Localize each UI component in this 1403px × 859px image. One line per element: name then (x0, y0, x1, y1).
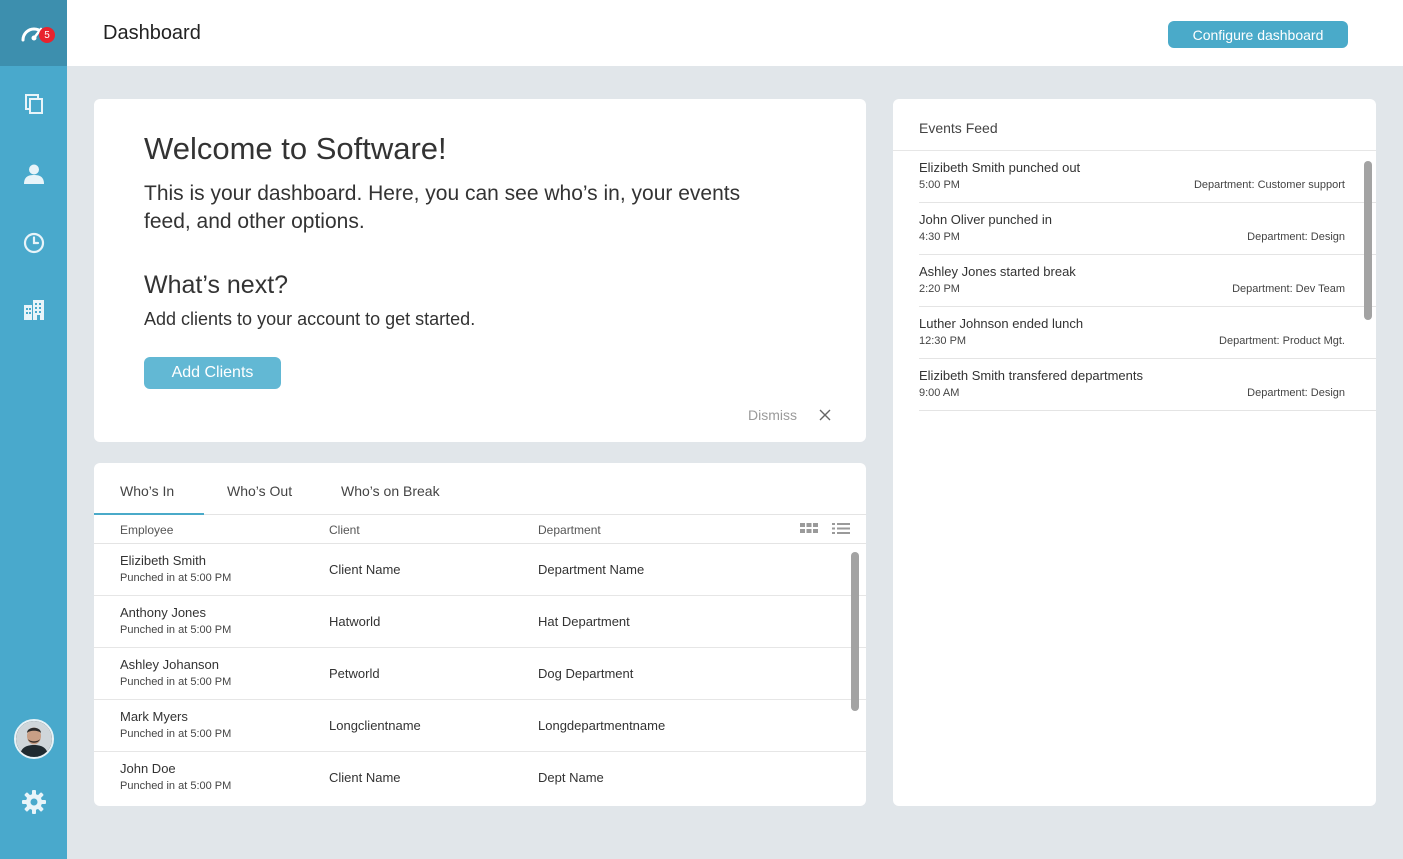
event-department: Department: Design (1247, 231, 1345, 243)
column-header-employee[interactable]: Employee (120, 523, 173, 537)
events-feed-title: Events Feed (919, 120, 998, 136)
punch-status: Punched in at 5:00 PM (120, 780, 232, 792)
event-title: Ashley Jones started break (919, 264, 1076, 279)
table-row[interactable]: Mark Myers Punched in at 5:00 PM Longcli… (94, 700, 866, 752)
department-name: Dog Department (538, 666, 634, 681)
event-department: Department: Product Mgt. (1219, 335, 1345, 347)
department-name: Hat Department (538, 614, 630, 629)
sidebar: 5 (0, 0, 67, 859)
table-header: Employee Client Department (94, 515, 866, 544)
copy-icon[interactable] (0, 90, 67, 118)
event-title: John Oliver punched in (919, 212, 1052, 227)
event-time: 12:30 PM (919, 335, 967, 347)
welcome-heading: Welcome to Software! (144, 131, 447, 166)
top-bar: Dashboard Configure dashboard (67, 0, 1403, 66)
client-name: Client Name (329, 562, 401, 577)
employee-table: Elizibeth Smith Punched in at 5:00 PM Cl… (94, 544, 866, 804)
events-scrollbar[interactable] (1364, 161, 1372, 320)
client-name: Longclientname (329, 718, 421, 733)
gear-icon[interactable] (0, 788, 67, 816)
welcome-card: Welcome to Software! This is your dashbo… (94, 99, 866, 442)
punch-status: Punched in at 5:00 PM (120, 676, 232, 688)
configure-dashboard-button[interactable]: Configure dashboard (1168, 21, 1348, 48)
whats-next-text: Add clients to your account to get start… (144, 309, 476, 329)
event-title: Luther Johnson ended lunch (919, 316, 1084, 331)
event-department: Department: Dev Team (1232, 283, 1345, 295)
event-department: Department: Design (1247, 387, 1345, 399)
employee-name: Anthony Jones (120, 605, 207, 620)
column-header-client[interactable]: Client (329, 523, 360, 537)
table-row[interactable]: Elizibeth Smith Punched in at 5:00 PM Cl… (94, 544, 866, 596)
table-row[interactable]: Ashley Johanson Punched in at 5:00 PM Pe… (94, 648, 866, 700)
grid-view-icon[interactable] (800, 523, 818, 537)
event-time: 2:20 PM (919, 283, 960, 295)
events-feed-card: Events Feed Elizibeth Smith punched out … (893, 99, 1376, 806)
list-view-icon[interactable] (832, 523, 850, 537)
events-list: Elizibeth Smith punched out 5:00 PM Depa… (919, 151, 1376, 411)
whos-in-card: Who’s In Who’s Out Who’s on Break Employ… (94, 463, 866, 806)
event-item[interactable]: John Oliver punched in 4:30 PM Departmen… (919, 203, 1376, 255)
column-header-department[interactable]: Department (538, 523, 601, 537)
client-name: Hatworld (329, 614, 381, 629)
table-row[interactable]: Anthony Jones Punched in at 5:00 PM Hatw… (94, 596, 866, 648)
department-name: Department Name (538, 562, 645, 577)
add-clients-button[interactable]: Add Clients (144, 357, 281, 389)
whos-tabs: Who’s In Who’s Out Who’s on Break (94, 463, 866, 515)
punch-status: Punched in at 5:00 PM (120, 572, 232, 584)
event-time: 9:00 AM (919, 387, 960, 399)
event-title: Elizibeth Smith transfered departments (919, 368, 1143, 383)
event-item[interactable]: Luther Johnson ended lunch 12:30 PM Depa… (919, 307, 1376, 359)
event-time: 5:00 PM (919, 179, 960, 191)
table-row[interactable]: John Doe Punched in at 5:00 PM Client Na… (94, 752, 866, 804)
notification-badge: 5 (39, 27, 55, 43)
employee-name: Mark Myers (120, 709, 188, 724)
event-item[interactable]: Ashley Jones started break 2:20 PM Depar… (919, 255, 1376, 307)
event-time: 4:30 PM (919, 231, 960, 243)
dashboard-gauge-icon (0, 18, 67, 48)
punch-status: Punched in at 5:00 PM (120, 728, 232, 740)
client-name: Petworld (329, 666, 380, 681)
employee-name: John Doe (120, 761, 176, 776)
employee-name: Elizibeth Smith (120, 553, 206, 568)
employee-name: Ashley Johanson (120, 657, 220, 672)
dismiss-link[interactable]: Dismiss (748, 407, 797, 423)
table-scrollbar[interactable] (851, 552, 859, 711)
page-title: Dashboard (103, 22, 201, 44)
tab-whos-out[interactable]: Who’s Out (227, 483, 292, 499)
department-name: Dept Name (538, 770, 604, 785)
event-item[interactable]: Elizibeth Smith transfered departments 9… (919, 359, 1376, 411)
tab-whos-on-break[interactable]: Who’s on Break (341, 483, 440, 499)
tab-whos-in[interactable]: Who’s In (120, 483, 174, 499)
user-icon[interactable] (0, 160, 67, 188)
client-name: Client Name (329, 770, 401, 785)
sidebar-item-dashboard[interactable]: 5 (0, 0, 67, 66)
clock-icon[interactable] (0, 229, 67, 257)
close-icon[interactable] (818, 408, 832, 427)
building-icon[interactable] (0, 296, 67, 324)
event-title: Elizibeth Smith punched out (919, 160, 1081, 175)
avatar[interactable] (14, 719, 54, 759)
welcome-intro: This is your dashboard. Here, you can se… (144, 182, 741, 233)
whats-next-heading: What’s next? (144, 271, 289, 299)
event-department: Department: Customer support (1193, 179, 1345, 191)
punch-status: Punched in at 5:00 PM (120, 624, 232, 636)
department-name: Longdepartmentname (538, 718, 666, 733)
event-item[interactable]: Elizibeth Smith punched out 5:00 PM Depa… (919, 151, 1376, 203)
